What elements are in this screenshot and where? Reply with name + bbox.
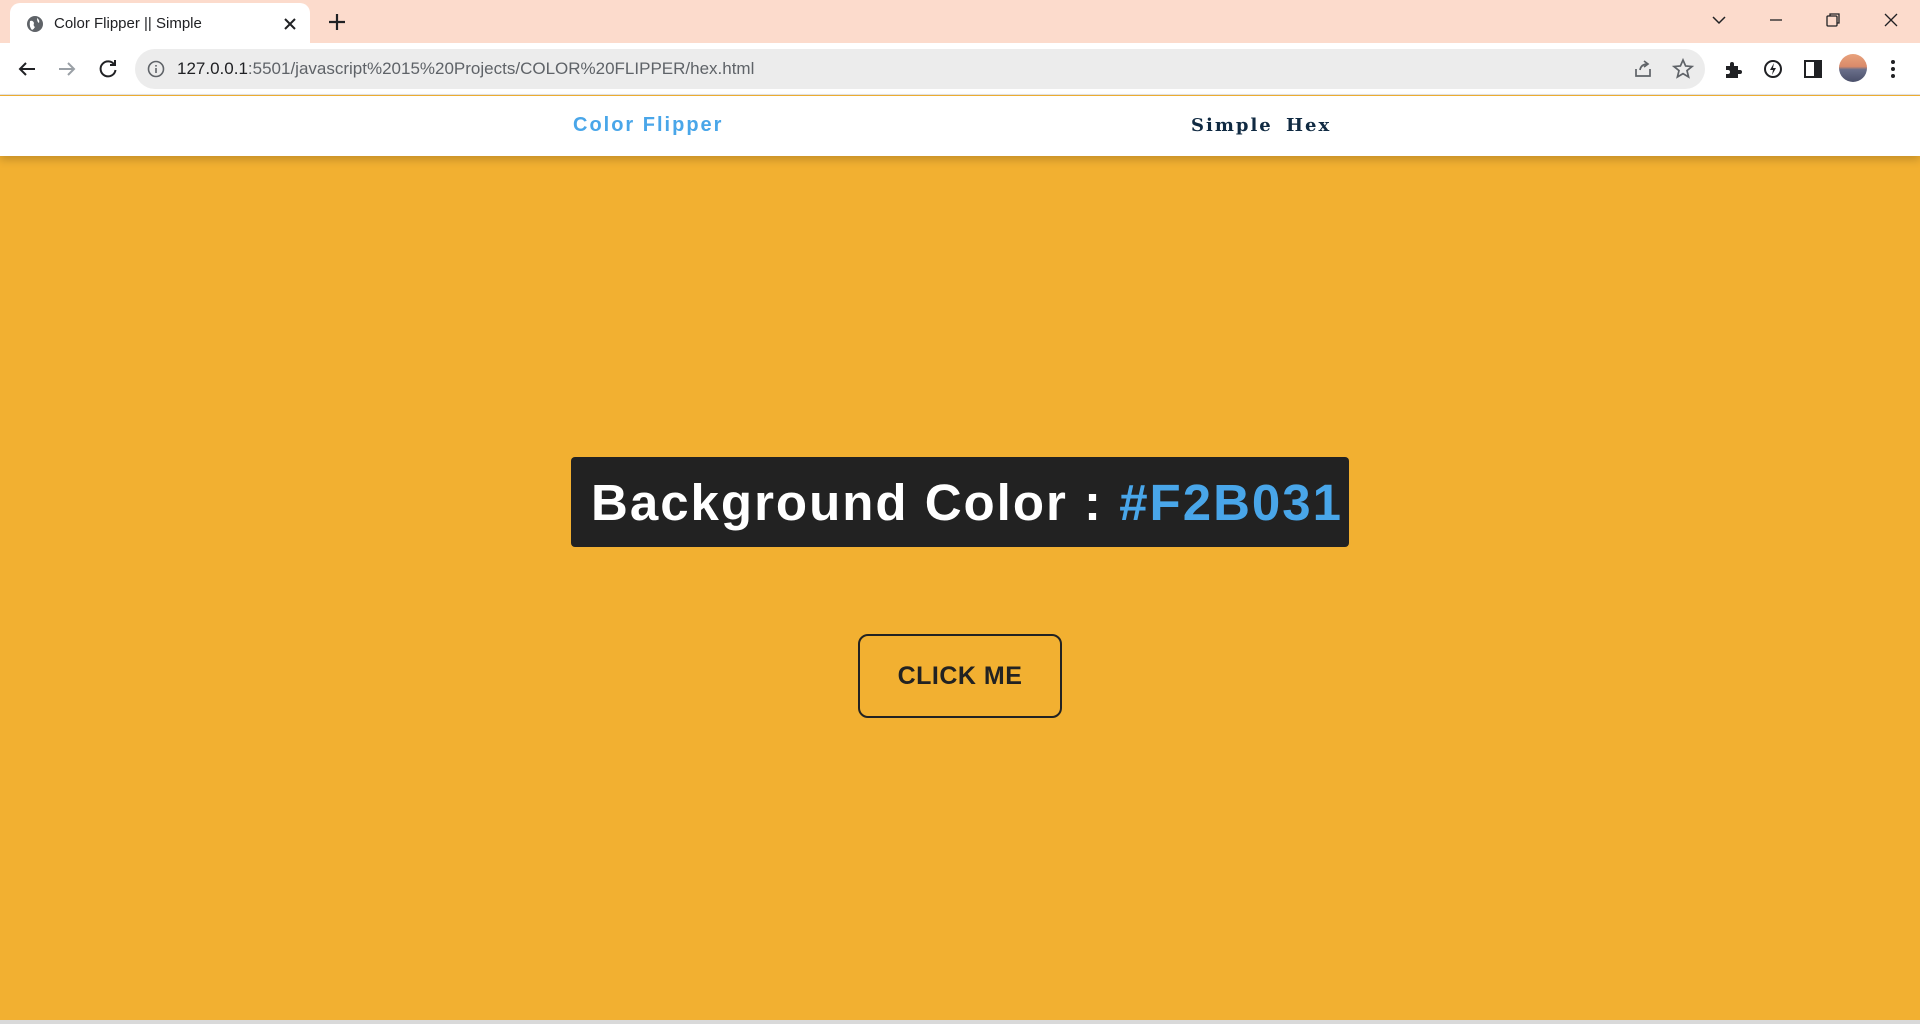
minimize-icon[interactable] (1765, 9, 1787, 31)
avatar[interactable] (1839, 54, 1867, 82)
back-arrow-icon[interactable] (15, 57, 39, 81)
browser-tab[interactable]: Color Flipper || Simple (10, 3, 310, 43)
url-text: 127.0.0.1:5501/javascript%2015%20Project… (177, 59, 754, 79)
color-label: Background Color : (591, 474, 1120, 531)
address-bar[interactable]: 127.0.0.1:5501/javascript%2015%20Project… (135, 49, 1705, 89)
restore-icon[interactable] (1822, 9, 1844, 31)
chevron-down-icon[interactable] (1708, 9, 1730, 31)
puzzle-icon[interactable] (1721, 57, 1745, 81)
brand-title: Color Flipper (573, 114, 724, 136)
color-display-panel: Background Color : #F2B031 (571, 457, 1349, 547)
color-heading: Background Color : #F2B031 (591, 473, 1343, 532)
hex-color-value: #F2B031 (1119, 474, 1343, 531)
plus-icon[interactable] (326, 11, 348, 33)
more-vert-icon[interactable] (1881, 57, 1905, 81)
click-me-button[interactable]: CLICK ME (858, 634, 1062, 718)
nav-link-simple[interactable]: Simple (1191, 115, 1273, 136)
tab-strip: Color Flipper || Simple (0, 0, 1920, 43)
reload-icon[interactable] (96, 57, 120, 81)
globe-icon (27, 16, 43, 32)
browser-toolbar: 127.0.0.1:5501/javascript%2015%20Project… (0, 43, 1920, 95)
nav-link-hex[interactable]: Hex (1286, 115, 1331, 136)
sync-icon[interactable] (1761, 57, 1785, 81)
star-icon[interactable] (1671, 57, 1695, 81)
window-bottom-edge (0, 1020, 1920, 1024)
forward-arrow-icon[interactable] (55, 57, 79, 81)
url-host: 127.0.0.1 (177, 59, 248, 78)
tab-title: Color Flipper || Simple (54, 15, 202, 32)
close-window-icon[interactable] (1880, 9, 1902, 31)
sidepanel-icon[interactable] (1801, 57, 1825, 81)
info-icon[interactable] (147, 60, 165, 78)
page-navbar: Color Flipper Simple Hex (0, 96, 1920, 156)
share-icon[interactable] (1631, 57, 1655, 81)
close-icon[interactable] (280, 14, 300, 34)
url-path: :5501/javascript%2015%20Projects/COLOR%2… (247, 59, 755, 78)
